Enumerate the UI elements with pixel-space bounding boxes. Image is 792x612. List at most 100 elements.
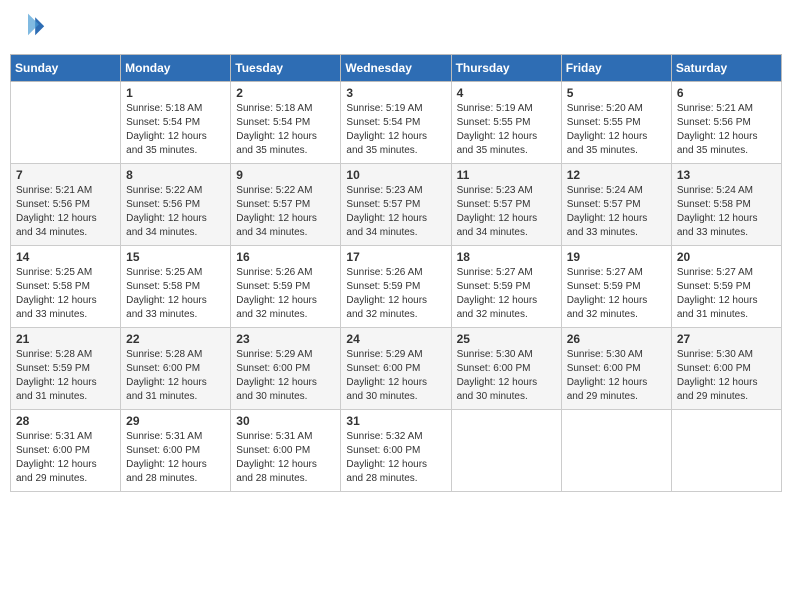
calendar-cell: 17 Sunrise: 5:26 AM Sunset: 5:59 PM Dayli…: [341, 246, 451, 328]
calendar-cell: 10 Sunrise: 5:23 AM Sunset: 5:57 PM Dayli…: [341, 164, 451, 246]
day-number: 3: [346, 86, 445, 100]
day-number: 9: [236, 168, 335, 182]
calendar-cell: 7 Sunrise: 5:21 AM Sunset: 5:56 PM Daylig…: [11, 164, 121, 246]
day-info: Sunrise: 5:18 AM Sunset: 5:54 PM Dayligh…: [236, 102, 335, 158]
day-number: 20: [677, 250, 776, 264]
day-number: 14: [16, 250, 115, 264]
day-info: Sunrise: 5:20 AM Sunset: 5:55 PM Dayligh…: [567, 102, 666, 158]
day-info: Sunrise: 5:24 AM Sunset: 5:58 PM Dayligh…: [677, 184, 776, 240]
day-number: 31: [346, 414, 445, 428]
day-info: Sunrise: 5:31 AM Sunset: 6:00 PM Dayligh…: [126, 430, 225, 486]
day-info: Sunrise: 5:26 AM Sunset: 5:59 PM Dayligh…: [346, 266, 445, 322]
calendar-cell: [671, 410, 781, 492]
calendar-cell: 9 Sunrise: 5:22 AM Sunset: 5:57 PM Daylig…: [231, 164, 341, 246]
calendar-cell: [11, 82, 121, 164]
day-number: 4: [457, 86, 556, 100]
calendar-cell: 28 Sunrise: 5:31 AM Sunset: 6:00 PM Dayli…: [11, 410, 121, 492]
calendar-cell: 24Sunrise: 5:29 AM Sunset: 6:00 PM Dayli…: [341, 328, 451, 410]
page-header: [10, 10, 782, 46]
calendar-cell: 23 Sunrise: 5:29 AM Sunset: 6:00 PM Dayli…: [231, 328, 341, 410]
calendar-cell: [561, 410, 671, 492]
calendar-cell: 25 Sunrise: 5:30 AM Sunset: 6:00 PM Dayli…: [451, 328, 561, 410]
day-info: Sunrise: 5:19 AM Sunset: 5:55 PM Dayligh…: [457, 102, 556, 158]
day-number: 22: [126, 332, 225, 346]
header-cell-thursday: Thursday: [451, 55, 561, 82]
calendar-cell: 11Sunrise: 5:23 AM Sunset: 5:57 PM Dayli…: [451, 164, 561, 246]
day-number: 25: [457, 332, 556, 346]
day-number: 15: [126, 250, 225, 264]
calendar-cell: 4 Sunrise: 5:19 AM Sunset: 5:55 PM Daylig…: [451, 82, 561, 164]
day-number: 21: [16, 332, 115, 346]
calendar-cell: 8 Sunrise: 5:22 AM Sunset: 5:56 PM Daylig…: [121, 164, 231, 246]
calendar-week-2: 7 Sunrise: 5:21 AM Sunset: 5:56 PM Daylig…: [11, 164, 782, 246]
day-number: 18: [457, 250, 556, 264]
day-info: Sunrise: 5:24 AM Sunset: 5:57 PM Dayligh…: [567, 184, 666, 240]
day-number: 10: [346, 168, 445, 182]
logo-icon: [10, 10, 46, 46]
calendar-cell: 12 Sunrise: 5:24 AM Sunset: 5:57 PM Dayli…: [561, 164, 671, 246]
day-number: 27: [677, 332, 776, 346]
day-number: 16: [236, 250, 335, 264]
calendar-cell: 13 Sunrise: 5:24 AM Sunset: 5:58 PM Dayli…: [671, 164, 781, 246]
calendar-cell: 31 Sunrise: 5:32 AM Sunset: 6:00 PM Dayli…: [341, 410, 451, 492]
day-info: Sunrise: 5:23 AM Sunset: 5:57 PM Dayligh…: [346, 184, 445, 240]
day-info: Sunrise: 5:30 AM Sunset: 6:00 PM Dayligh…: [567, 348, 666, 404]
day-number: 8: [126, 168, 225, 182]
day-info: Sunrise: 5:18 AM Sunset: 5:54 PM Dayligh…: [126, 102, 225, 158]
calendar-cell: 29 Sunrise: 5:31 AM Sunset: 6:00 PM Dayli…: [121, 410, 231, 492]
day-info: Sunrise: 5:19 AM Sunset: 5:54 PM Dayligh…: [346, 102, 445, 158]
day-number: 28: [16, 414, 115, 428]
calendar-cell: 27Sunrise: 5:30 AM Sunset: 6:00 PM Dayli…: [671, 328, 781, 410]
calendar-cell: 5 Sunrise: 5:20 AM Sunset: 5:55 PM Daylig…: [561, 82, 671, 164]
day-info: Sunrise: 5:28 AM Sunset: 6:00 PM Dayligh…: [126, 348, 225, 404]
day-number: 29: [126, 414, 225, 428]
day-number: 23: [236, 332, 335, 346]
day-info: Sunrise: 5:29 AM Sunset: 6:00 PM Dayligh…: [236, 348, 335, 404]
day-number: 19: [567, 250, 666, 264]
day-number: 24: [346, 332, 445, 346]
calendar-cell: 19Sunrise: 5:27 AM Sunset: 5:59 PM Dayli…: [561, 246, 671, 328]
calendar-cell: 14Sunrise: 5:25 AM Sunset: 5:58 PM Dayli…: [11, 246, 121, 328]
day-info: Sunrise: 5:25 AM Sunset: 5:58 PM Dayligh…: [126, 266, 225, 322]
header-cell-friday: Friday: [561, 55, 671, 82]
day-info: Sunrise: 5:21 AM Sunset: 5:56 PM Dayligh…: [16, 184, 115, 240]
day-info: Sunrise: 5:31 AM Sunset: 6:00 PM Dayligh…: [16, 430, 115, 486]
calendar-header: SundayMondayTuesdayWednesdayThursdayFrid…: [11, 55, 782, 82]
day-info: Sunrise: 5:30 AM Sunset: 6:00 PM Dayligh…: [457, 348, 556, 404]
day-number: 30: [236, 414, 335, 428]
calendar-week-4: 21 Sunrise: 5:28 AM Sunset: 5:59 PM Dayli…: [11, 328, 782, 410]
day-info: Sunrise: 5:22 AM Sunset: 5:56 PM Dayligh…: [126, 184, 225, 240]
calendar-cell: 22 Sunrise: 5:28 AM Sunset: 6:00 PM Dayli…: [121, 328, 231, 410]
day-info: Sunrise: 5:28 AM Sunset: 5:59 PM Dayligh…: [16, 348, 115, 404]
day-number: 17: [346, 250, 445, 264]
calendar-week-5: 28 Sunrise: 5:31 AM Sunset: 6:00 PM Dayli…: [11, 410, 782, 492]
day-info: Sunrise: 5:22 AM Sunset: 5:57 PM Dayligh…: [236, 184, 335, 240]
day-number: 12: [567, 168, 666, 182]
day-info: Sunrise: 5:21 AM Sunset: 5:56 PM Dayligh…: [677, 102, 776, 158]
header-cell-saturday: Saturday: [671, 55, 781, 82]
day-info: Sunrise: 5:27 AM Sunset: 5:59 PM Dayligh…: [677, 266, 776, 322]
day-number: 7: [16, 168, 115, 182]
calendar-cell: 2 Sunrise: 5:18 AM Sunset: 5:54 PM Daylig…: [231, 82, 341, 164]
day-info: Sunrise: 5:23 AM Sunset: 5:57 PM Dayligh…: [457, 184, 556, 240]
day-info: Sunrise: 5:27 AM Sunset: 5:59 PM Dayligh…: [457, 266, 556, 322]
header-cell-wednesday: Wednesday: [341, 55, 451, 82]
day-info: Sunrise: 5:32 AM Sunset: 6:00 PM Dayligh…: [346, 430, 445, 486]
calendar-body: 1 Sunrise: 5:18 AM Sunset: 5:54 PM Daylig…: [11, 82, 782, 492]
calendar-cell: 15 Sunrise: 5:25 AM Sunset: 5:58 PM Dayli…: [121, 246, 231, 328]
calendar-cell: 26Sunrise: 5:30 AM Sunset: 6:00 PM Dayli…: [561, 328, 671, 410]
calendar-cell: 18 Sunrise: 5:27 AM Sunset: 5:59 PM Dayli…: [451, 246, 561, 328]
day-number: 2: [236, 86, 335, 100]
calendar-cell: 21 Sunrise: 5:28 AM Sunset: 5:59 PM Dayli…: [11, 328, 121, 410]
day-info: Sunrise: 5:26 AM Sunset: 5:59 PM Dayligh…: [236, 266, 335, 322]
calendar-cell: 16 Sunrise: 5:26 AM Sunset: 5:59 PM Dayli…: [231, 246, 341, 328]
day-info: Sunrise: 5:31 AM Sunset: 6:00 PM Dayligh…: [236, 430, 335, 486]
header-cell-sunday: Sunday: [11, 55, 121, 82]
day-number: 1: [126, 86, 225, 100]
day-number: 5: [567, 86, 666, 100]
day-number: 6: [677, 86, 776, 100]
header-cell-tuesday: Tuesday: [231, 55, 341, 82]
header-row: SundayMondayTuesdayWednesdayThursdayFrid…: [11, 55, 782, 82]
calendar-cell: [451, 410, 561, 492]
day-number: 13: [677, 168, 776, 182]
